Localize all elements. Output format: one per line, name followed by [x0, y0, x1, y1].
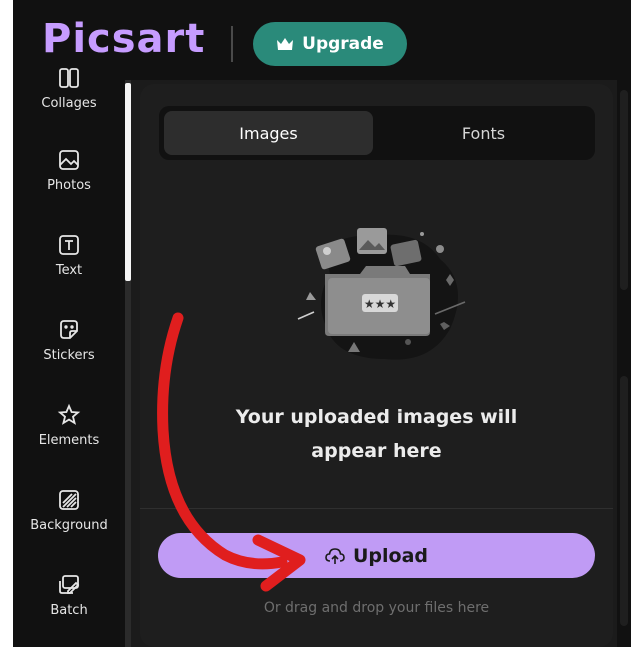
- sidebar-item-text[interactable]: Text: [13, 233, 125, 313]
- sticker-icon: [60, 320, 78, 339]
- picsart-logo[interactable]: Picsart: [42, 14, 205, 64]
- sidebar-item-stickers[interactable]: Stickers: [13, 318, 125, 398]
- sidebar-item-label: Background: [30, 518, 108, 533]
- upgrade-button[interactable]: Upgrade: [253, 22, 407, 66]
- left-sidebar: Collages Photos Text Stickers Elements B…: [13, 68, 125, 647]
- tab-images[interactable]: Images: [164, 111, 373, 155]
- sidebar-item-background[interactable]: Background: [13, 488, 125, 568]
- app-frame: Picsart Upgrade Collages Photos Text Sti…: [13, 0, 631, 647]
- upload-button[interactable]: Upload: [158, 533, 595, 578]
- star-icon: [57, 403, 81, 425]
- crown-icon: [277, 38, 294, 50]
- batch-icon: [59, 575, 80, 594]
- empty-state-message: Your uploaded images will appear here: [180, 400, 573, 468]
- sidebar-item-label: Elements: [38, 433, 100, 448]
- sidebar-scroll-thumb[interactable]: [125, 83, 131, 281]
- sidebar-item-photos[interactable]: Photos: [13, 148, 125, 228]
- tab-fonts[interactable]: Fonts: [379, 111, 588, 155]
- sidebar-item-label: Photos: [47, 178, 91, 193]
- empty-state-line-1: Your uploaded images will: [235, 406, 518, 428]
- uploads-panel: Images Fonts ★★★ Your uploaded images wi…: [140, 84, 613, 647]
- sidebar-item-label: Stickers: [43, 348, 95, 363]
- sidebar-item-batch[interactable]: Batch: [13, 573, 125, 647]
- sidebar-item-label: Text: [55, 263, 83, 278]
- header-divider: [231, 26, 233, 62]
- text-icon: [59, 235, 79, 255]
- upload-label: Upload: [352, 544, 429, 567]
- media-tabs: Images Fonts: [159, 106, 595, 160]
- empty-state-line-2: appear here: [311, 440, 442, 462]
- svg-text:★★★: ★★★: [364, 297, 396, 311]
- background-icon: [59, 490, 79, 510]
- photo-icon: [59, 150, 79, 170]
- collage-icon: [59, 68, 79, 88]
- upgrade-label: Upgrade: [302, 34, 384, 54]
- empty-uploads-illustration: ★★★: [297, 228, 466, 360]
- sidebar-item-elements[interactable]: Elements: [13, 403, 125, 483]
- sidebar-item-label: Batch: [50, 603, 88, 618]
- scroll-thumb-lower[interactable]: [620, 376, 628, 626]
- cloud-upload-icon: [325, 547, 345, 564]
- panel-divider: [140, 508, 613, 509]
- sidebar-item-collages[interactable]: Collages: [13, 66, 125, 146]
- panel-scrollbar[interactable]: [617, 80, 631, 647]
- scroll-thumb-upper[interactable]: [620, 90, 628, 290]
- sidebar-item-label: Collages: [41, 96, 97, 111]
- drag-drop-hint: Or drag and drop your files here: [263, 600, 490, 616]
